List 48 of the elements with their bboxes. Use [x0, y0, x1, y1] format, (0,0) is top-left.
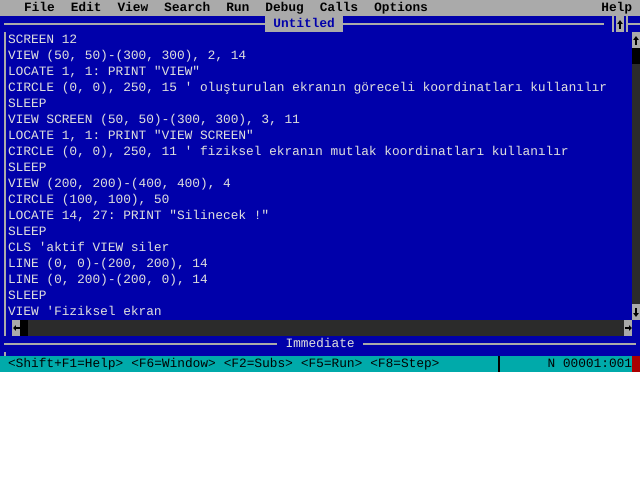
shortcut-hint[interactable]: <Shift+F1=Help>	[8, 356, 124, 372]
window-title: Immediate	[284, 336, 356, 352]
menu-item[interactable]: View	[117, 0, 148, 16]
menu-item[interactable]: Search	[164, 0, 210, 16]
code-line: VIEW SCREEN (50, 50)-(300, 300), 3, 11	[8, 112, 301, 128]
scroll-up-button[interactable]	[632, 32, 640, 48]
menu-item[interactable]: Run	[226, 0, 250, 16]
scroll-thumb[interactable]	[20, 320, 28, 336]
maximize-button[interactable]	[612, 16, 628, 32]
arrow-up-icon	[616, 18, 624, 30]
code-line: VIEW (50, 50)-(300, 300), 2, 14	[8, 48, 248, 64]
menu-item[interactable]: Calls	[320, 0, 358, 16]
shortcut-hint[interactable]: <F6=Window>	[131, 356, 216, 372]
code-line: LOCATE 1, 1: PRINT "VIEW"	[8, 64, 201, 80]
code-line: VIEW 'Fiziksel ekran	[8, 304, 163, 320]
code-line: SLEEP	[8, 96, 48, 112]
shortcut-hint[interactable]: <F8=Step>	[370, 356, 440, 372]
scroll-right-button[interactable]	[624, 320, 632, 336]
window-title: Untitled	[265, 16, 343, 32]
arrow-left-icon	[12, 322, 20, 334]
code-line: VIEW (200, 200)-(400, 400), 4	[8, 176, 232, 192]
code-line: SCREEN 12	[8, 32, 78, 48]
menu-item[interactable]: Edit	[70, 0, 102, 16]
arrow-right-icon	[624, 322, 632, 334]
code-line: SLEEP	[8, 288, 48, 304]
menu-item[interactable]: Debug	[265, 0, 304, 16]
code-line: CIRCLE (0, 0), 250, 15 ' oluşturulan ekranın göreceli koordinatları kullanılır	[8, 80, 608, 96]
arrow-up-icon	[632, 34, 640, 46]
menu-item[interactable]: File	[24, 0, 55, 16]
code-line: LOCATE 14, 27: PRINT "Silinecek !"	[8, 208, 270, 224]
menu-item[interactable]: Help	[601, 0, 632, 16]
code-line: CIRCLE (100, 100), 50	[8, 192, 170, 208]
scroll-down-button[interactable]	[632, 304, 640, 320]
cursor-position: N 00001:001	[548, 356, 632, 372]
arrow-down-icon	[632, 306, 640, 318]
shortcut-hint[interactable]: <F5=Run>	[300, 356, 362, 372]
cursor-block	[632, 356, 640, 372]
code-line: CIRCLE (0, 0), 250, 11 ' fiziksel ekranın mutlak koordinatları kullanılır	[8, 144, 570, 160]
code-line: SLEEP	[8, 224, 48, 240]
scroll-thumb[interactable]	[632, 48, 640, 64]
code-line: CLS 'aktif VIEW siler	[8, 240, 170, 256]
shortcut-hint[interactable]: <F2=Subs>	[224, 356, 293, 372]
code-line: LOCATE 1, 1: PRINT "VIEW SCREEN"	[8, 128, 255, 144]
code-line: SLEEP	[8, 160, 48, 176]
code-line: LINE (0, 0)-(200, 200), 14	[8, 256, 209, 272]
code-line: LINE (0, 200)-(200, 0), 14	[8, 272, 209, 288]
scroll-left-button[interactable]	[12, 320, 20, 336]
menu-item[interactable]: Options	[374, 0, 428, 16]
